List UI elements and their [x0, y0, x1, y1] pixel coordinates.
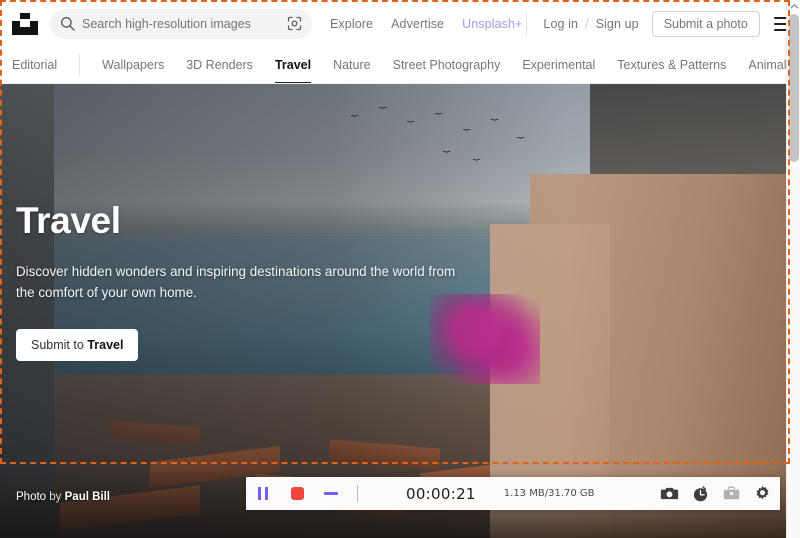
timer-button[interactable] — [689, 483, 711, 505]
hero-banner: Travel Discover hidden wonders and inspi… — [0, 84, 790, 538]
stop-icon — [290, 487, 304, 500]
stop-button[interactable] — [280, 477, 314, 510]
credit-prefix: Photo — [16, 491, 47, 503]
unsplash-logo-icon[interactable] — [10, 10, 40, 38]
page-scrollbar[interactable] — [786, 0, 800, 538]
signup-link[interactable]: Sign up — [596, 17, 639, 31]
category-travel[interactable]: Travel — [274, 47, 312, 83]
cta-prefix: Submit to — [31, 338, 84, 353]
category-textures-patterns[interactable]: Textures & Patterns — [617, 47, 726, 83]
toolbox-button — [720, 483, 742, 505]
nav-link-advertise[interactable]: Advertise — [391, 17, 444, 31]
header-divider — [526, 10, 528, 37]
photo-credit: Photo by Paul Bill — [16, 491, 110, 503]
toolbar-divider — [357, 485, 358, 502]
submit-to-travel-button[interactable]: Submit to Travel — [16, 329, 139, 362]
pause-button[interactable] — [246, 477, 280, 510]
minimize-icon — [324, 492, 338, 495]
category-animals[interactable]: Animals — [748, 47, 790, 83]
recording-file-size: 1.13 MB/31.70 GB — [503, 488, 595, 499]
scrollbar-thumb[interactable] — [789, 14, 799, 162]
screen-root: Explore Advertise Unsplash+ Log in / Sig… — [0, 0, 800, 538]
category-editorial[interactable]: Editorial — [12, 47, 57, 83]
header-right: Log in / Sign up Submit a photo — [522, 10, 790, 37]
auth-group: Log in / Sign up — [543, 17, 638, 31]
category-wallpapers[interactable]: Wallpapers — [102, 47, 164, 83]
submit-a-photo-button[interactable]: Submit a photo — [651, 10, 760, 37]
screenshot-button[interactable] — [658, 483, 680, 505]
credit-author-link[interactable]: Paul Bill — [65, 491, 110, 503]
minimize-button[interactable] — [314, 477, 348, 510]
category-divider — [79, 54, 81, 76]
pause-icon — [257, 487, 269, 500]
category-street-photography[interactable]: Street Photography — [393, 47, 501, 83]
nav-link-explore[interactable]: Explore — [330, 17, 373, 31]
nav-link-unsplash-plus[interactable]: Unsplash+ — [462, 17, 522, 31]
hero-title: Travel — [16, 200, 121, 241]
settings-button[interactable] — [751, 483, 773, 505]
browser-page: Explore Advertise Unsplash+ Log in / Sig… — [0, 0, 790, 538]
hero-subtitle: Discover hidden wonders and inspiring de… — [16, 263, 456, 300]
header-nav-links: Explore Advertise Unsplash+ — [330, 17, 522, 31]
cta-highlight: Travel — [87, 338, 124, 353]
toolbar-tools — [658, 483, 780, 505]
category-experimental[interactable]: Experimental — [522, 47, 595, 83]
category-nature[interactable]: Nature — [333, 47, 371, 83]
search-icon — [60, 16, 75, 31]
chevron-up-icon[interactable] — [787, 0, 800, 13]
hero-content: Travel Discover hidden wonders and inspi… — [16, 200, 476, 362]
recording-timer: 00:00:21 — [406, 484, 476, 503]
visual-search-icon[interactable] — [287, 16, 302, 31]
category-3d-renders[interactable]: 3D Renders — [186, 47, 253, 83]
category-nav: Editorial Wallpapers 3D Renders Travel N… — [0, 47, 790, 84]
search-input[interactable] — [82, 16, 287, 31]
screen-recorder-toolbar: 00:00:21 1.13 MB/31.70 GB — [246, 477, 780, 510]
credit-by: by — [49, 491, 62, 503]
search-bar[interactable] — [50, 8, 312, 39]
login-link[interactable]: Log in — [543, 17, 578, 31]
site-header: Explore Advertise Unsplash+ Log in / Sig… — [0, 0, 790, 47]
auth-separator: / — [585, 16, 589, 31]
